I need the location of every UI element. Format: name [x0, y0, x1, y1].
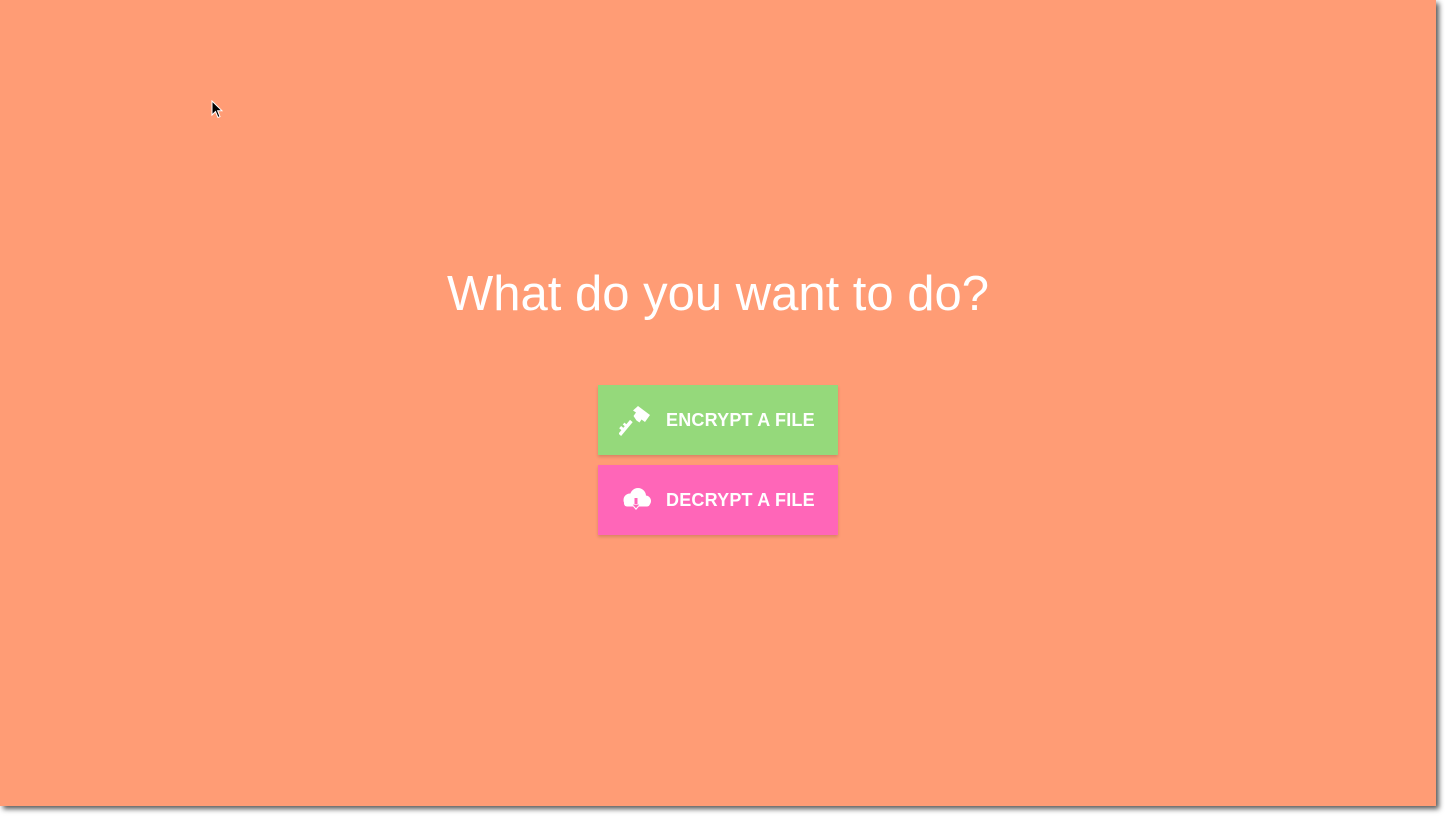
- encrypt-file-button[interactable]: ENCRYPT A FILE: [598, 385, 838, 455]
- decrypt-file-button[interactable]: DECRYPT A FILE: [598, 465, 838, 535]
- app-window: What do you want to do? ENCRYPT A FILE D…: [0, 0, 1436, 806]
- page-heading: What do you want to do?: [446, 267, 990, 321]
- mouse-cursor-icon: [211, 100, 223, 119]
- encrypt-button-label: ENCRYPT A FILE: [666, 409, 815, 430]
- cloud-download-icon: [619, 483, 653, 517]
- decrypt-button-label: DECRYPT A FILE: [666, 489, 815, 510]
- key-icon: [619, 403, 653, 437]
